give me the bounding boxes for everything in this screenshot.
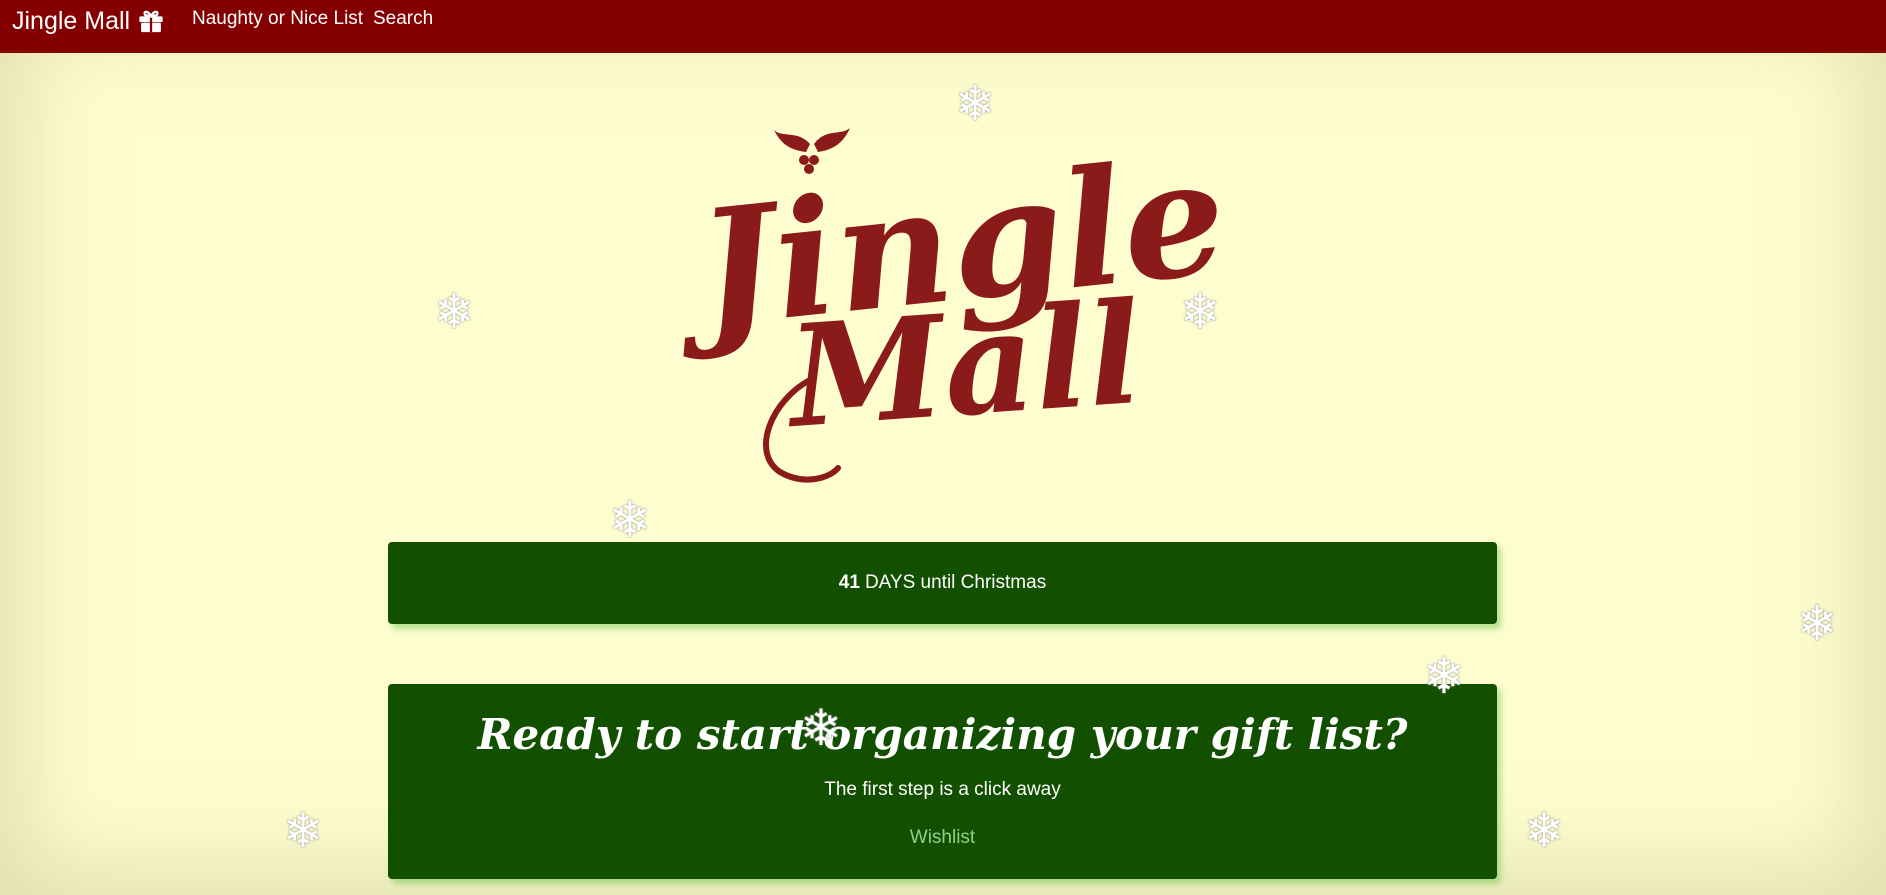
cta-panel: Ready to start organizing your gift list… xyxy=(388,684,1497,879)
nav-link-search[interactable]: Search xyxy=(373,0,433,38)
brand-name: Jingle Mall xyxy=(12,6,131,35)
snowflake-icon: ❄ xyxy=(609,491,651,549)
nav-link-naughty-or-nice[interactable]: Naughty or Nice List xyxy=(192,0,363,38)
cta-subtitle: The first step is a click away xyxy=(824,779,1061,800)
jingle-mall-logo: Jingle Mall xyxy=(664,80,1234,500)
snowflake-icon: ❄ xyxy=(1797,596,1838,652)
logo-word-mall: Mall xyxy=(780,272,1147,460)
snowflake-icon: ❄ xyxy=(1180,284,1221,340)
snowflake-icon: ❄ xyxy=(1524,803,1565,859)
countdown-label: DAYS until Christmas xyxy=(864,572,1047,593)
snowflake-icon: ❄ xyxy=(800,699,842,757)
countdown-number: 41 xyxy=(838,572,860,593)
brand-link[interactable]: Jingle Mall xyxy=(12,0,165,42)
snowflake-icon: ❄ xyxy=(955,76,996,132)
snowflake-icon: ❄ xyxy=(1423,647,1465,705)
christmas-countdown: 41 DAYS until Christmas xyxy=(388,542,1497,624)
navbar: Jingle Mall Naughty or Nice List Search xyxy=(0,0,1886,53)
snowflake-icon: ❄ xyxy=(434,284,475,340)
gift-icon xyxy=(137,7,165,35)
cta-title: Ready to start organizing your gift list… xyxy=(477,710,1408,759)
snowflake-icon: ❄ xyxy=(283,803,324,859)
wishlist-link[interactable]: Wishlist xyxy=(910,827,975,849)
